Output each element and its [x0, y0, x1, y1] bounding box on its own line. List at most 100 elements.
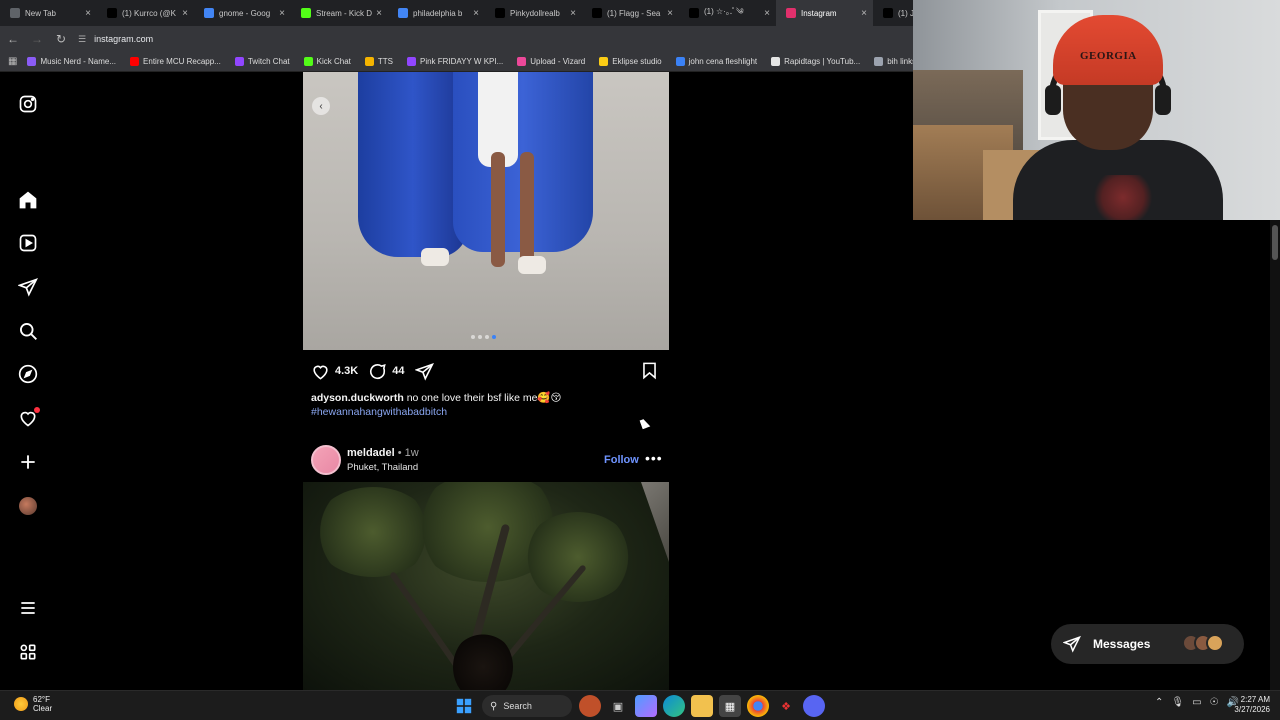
copilot-icon[interactable]	[635, 695, 657, 717]
bookmark-item[interactable]: Upload - Vizard	[517, 57, 585, 66]
close-tab-icon[interactable]: ×	[182, 8, 188, 19]
white-heel-shoe	[421, 248, 449, 266]
tab-title: (1) ☆·｡.ﾟ༄	[704, 6, 744, 16]
caption-username[interactable]: adyson.duckworth	[311, 392, 404, 404]
microphone-icon[interactable]: 🎙	[1171, 697, 1184, 708]
search-icon: ⚲	[490, 700, 498, 712]
home-icon[interactable]	[17, 189, 39, 211]
post-image-graduation[interactable]: ‹	[303, 72, 669, 350]
more-options-button[interactable]: •••	[645, 450, 663, 466]
reload-icon[interactable]: ↻	[50, 28, 72, 50]
bookmark-item[interactable]: Kick Chat	[303, 57, 351, 66]
scrollbar-thumb[interactable]	[1272, 225, 1278, 260]
create-plus-icon[interactable]	[17, 451, 39, 473]
bookmark-label: Pink FRIDAYY W KPI...	[419, 57, 504, 66]
browser-tab[interactable]: Instagram ×	[776, 0, 873, 26]
post-location[interactable]: Phuket, Thailand	[347, 462, 418, 473]
close-tab-icon[interactable]: ×	[861, 8, 867, 19]
bookmark-item[interactable]: Rapidtags | YouTub...	[771, 57, 860, 66]
bookmark-item[interactable]: john cena fleshlight	[675, 57, 757, 66]
browser-tab[interactable]: philadelphia b ×	[388, 0, 485, 26]
post-header: meldadel • 1w Phuket, Thailand Follow ••…	[303, 444, 669, 476]
browser-tab[interactable]: Pinkydollrealb ×	[485, 0, 582, 26]
notification-dot	[34, 407, 40, 413]
file-explorer-icon[interactable]	[691, 695, 713, 717]
bookmark-item[interactable]: Music Nerd - Name...	[27, 57, 116, 66]
instagram-logo-icon[interactable]	[17, 93, 39, 115]
store-icon[interactable]: ▦	[719, 695, 741, 717]
profile-avatar[interactable]	[17, 495, 39, 517]
close-tab-icon[interactable]: ×	[570, 8, 576, 19]
chrome-icon[interactable]	[747, 695, 769, 717]
tab-title: Stream - Kick D	[316, 8, 373, 18]
weather-widget[interactable]: 62°F Clear	[14, 695, 52, 713]
chevron-up-icon[interactable]: ⌃	[1155, 697, 1163, 708]
browser-tab[interactable]: (1) Flagg - Sea ×	[582, 0, 679, 26]
taskbar-search-label: Search	[503, 701, 532, 711]
apps-grid-icon[interactable]: ▦	[8, 56, 17, 67]
post-image-tree[interactable]	[303, 482, 669, 690]
direct-icon[interactable]	[17, 276, 39, 298]
search-icon[interactable]	[17, 320, 39, 342]
close-tab-icon[interactable]: ×	[473, 8, 479, 19]
bookmarks-bar: ▦ Music Nerd - Name... Entire MCU Recapp.…	[0, 52, 913, 72]
browser-tab[interactable]: New Tab ×	[0, 0, 97, 26]
like-button[interactable]: 4.3K	[311, 362, 358, 381]
reels-icon[interactable]	[17, 232, 39, 254]
post-username[interactable]: meldadel • 1w	[347, 447, 419, 459]
caption-hashtag[interactable]: #hewannahangwithabadbitch	[311, 405, 661, 419]
back-icon[interactable]: ←	[2, 28, 24, 50]
save-button[interactable]	[640, 361, 659, 380]
bookmark-label: bih links	[887, 57, 913, 66]
avatar[interactable]	[311, 445, 341, 475]
bookmark-label: Music Nerd - Name...	[40, 57, 117, 66]
bookmark-item[interactable]: Pink FRIDAYY W KPI...	[406, 57, 504, 66]
browser-tab[interactable]: gnome - Goog ×	[194, 0, 291, 26]
network-icon[interactable]: ☉	[1210, 697, 1219, 708]
widget-image-icon[interactable]	[579, 695, 601, 717]
bookmark-item[interactable]: Twitch Chat	[234, 57, 290, 66]
carousel-prev-button[interactable]: ‹	[312, 97, 330, 115]
discord-icon[interactable]	[803, 695, 825, 717]
close-tab-icon[interactable]: ×	[85, 8, 91, 19]
bookmark-item[interactable]: TTS	[364, 57, 393, 66]
browser-tab[interactable]: (1) Kurrco (@K ×	[97, 0, 194, 26]
forward-icon[interactable]: →	[26, 28, 48, 50]
edge-icon[interactable]	[663, 695, 685, 717]
app-icon[interactable]: ❖	[775, 695, 797, 717]
close-tab-icon[interactable]: ×	[667, 8, 673, 19]
more-menu-icon[interactable]	[17, 597, 39, 619]
close-tab-icon[interactable]: ×	[279, 8, 285, 19]
display-icon[interactable]: ▭	[1192, 697, 1201, 708]
bookmark-favicon-icon	[675, 57, 685, 66]
bookmark-label: Twitch Chat	[247, 57, 290, 66]
close-tab-icon[interactable]: ×	[764, 8, 770, 19]
bookmark-item[interactable]: Eklipse studio	[599, 57, 662, 66]
site-info-icon[interactable]: ☰	[78, 34, 86, 45]
bookmark-item[interactable]: bih links	[874, 57, 913, 66]
graduation-gown-left	[358, 72, 468, 257]
task-view-icon[interactable]: ▣	[607, 695, 629, 717]
clock[interactable]: 2:27 AM 3/27/2026	[1232, 695, 1270, 715]
bookmark-item[interactable]: Entire MCU Recapp...	[130, 57, 221, 66]
browser-tab[interactable]: (1) ☆·｡.ﾟ༄ ×	[679, 0, 776, 26]
messages-button[interactable]: Messages	[1051, 624, 1244, 664]
url-field[interactable]: ☰ instagram.com	[78, 29, 907, 49]
follow-button[interactable]: Follow	[604, 454, 639, 466]
comment-button[interactable]: 44	[368, 362, 405, 381]
windows-start-icon[interactable]	[453, 695, 475, 717]
browser-tab[interactable]: (1) Jam×	[873, 0, 913, 26]
close-tab-icon[interactable]: ×	[376, 8, 382, 19]
taskbar-search[interactable]: ⚲ Search	[482, 695, 572, 717]
explore-icon[interactable]	[17, 363, 39, 385]
message-avatars	[1182, 634, 1224, 652]
browser-tab[interactable]: Stream - Kick D ×	[291, 0, 388, 26]
share-button[interactable]	[414, 362, 434, 381]
username-text[interactable]: meldadel	[347, 447, 395, 459]
mouse-cursor	[639, 417, 651, 430]
bookmark-label: Eklipse studio	[612, 57, 662, 66]
tab-title: gnome - Goog	[219, 8, 271, 18]
scrollbar[interactable]	[1270, 220, 1280, 690]
also-from-meta-icon[interactable]	[17, 641, 39, 663]
notifications-heart-icon[interactable]	[17, 407, 40, 429]
